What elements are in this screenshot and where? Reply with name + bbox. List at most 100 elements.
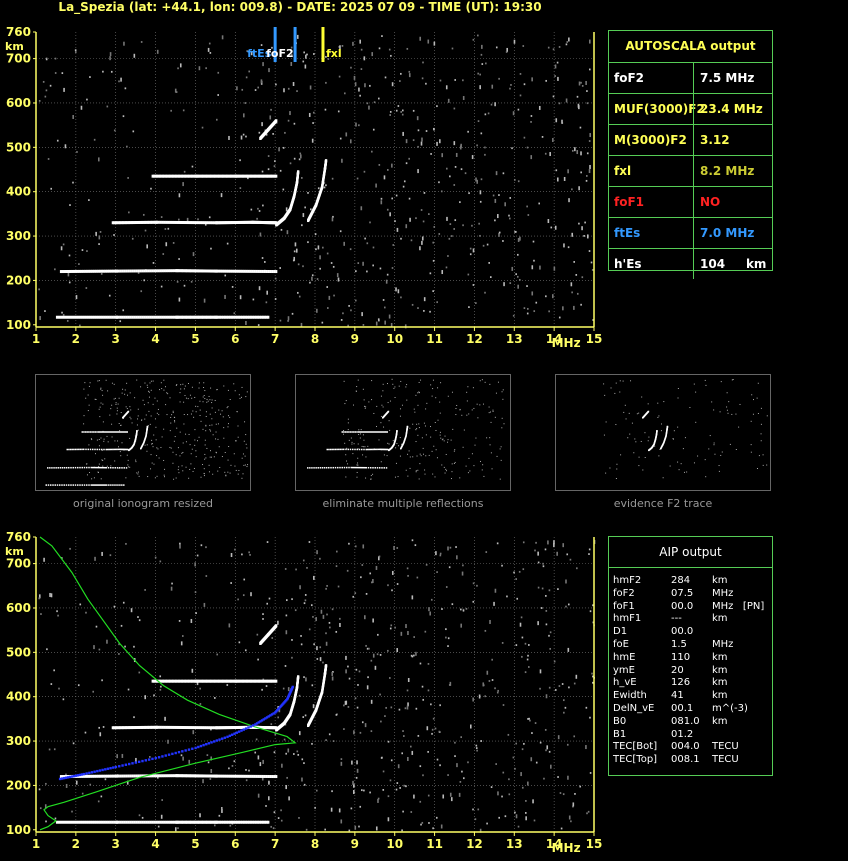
noise-dot (280, 819, 283, 822)
noise-dot (354, 545, 357, 548)
noise-dot (466, 400, 468, 402)
noise-dot (192, 730, 195, 735)
trace-point (307, 467, 309, 469)
trace-point (99, 466, 101, 469)
noise-dot (444, 435, 446, 437)
autoscala-label: ftEs (614, 226, 641, 240)
noise-dot (489, 276, 492, 279)
noise-dot (402, 131, 404, 136)
noise-dot (352, 453, 354, 455)
trace-point (157, 820, 160, 824)
noise-dot (527, 654, 529, 657)
noise-dot (567, 169, 569, 174)
noise-dot (174, 827, 177, 832)
aip-row: foF2 07.5 MHz (609, 588, 772, 601)
noise-dot (262, 759, 264, 764)
aip-key: hmE (613, 651, 636, 663)
noise-dot (177, 447, 179, 449)
noise-dot (368, 647, 370, 650)
trace-point (117, 448, 120, 451)
noise-dot (447, 395, 449, 397)
noise-dot (515, 273, 517, 276)
noise-dot (395, 287, 397, 292)
trace-point (101, 820, 104, 824)
noise-dot (487, 112, 490, 115)
noise-dot (128, 211, 130, 214)
noise-dot (540, 607, 543, 609)
trace-point (247, 774, 250, 778)
noise-dot (325, 739, 327, 742)
noise-dot (331, 608, 334, 611)
trace-point (368, 431, 370, 433)
noise-dot (449, 681, 452, 686)
noise-dot (111, 423, 113, 425)
noise-dot (303, 676, 305, 679)
noise-dot (441, 608, 443, 610)
trace-point (379, 431, 381, 433)
noise-dot (539, 265, 541, 270)
noise-dot (195, 450, 197, 452)
y-tick-label: 200 (6, 778, 31, 792)
noise-dot (562, 793, 565, 796)
trace-point (71, 820, 75, 824)
noise-dot (530, 757, 533, 762)
trace-point (370, 448, 373, 451)
noise-dot (216, 118, 218, 121)
noise-dot (170, 109, 172, 112)
noise-dot (502, 704, 505, 706)
trace-point (217, 269, 220, 273)
noise-dot (224, 294, 226, 299)
noise-dot (205, 425, 207, 427)
aip-unit: km (712, 715, 728, 727)
noise-dot (424, 630, 427, 633)
noise-dot (372, 128, 375, 131)
noise-dot (204, 458, 206, 460)
noise-dot (204, 444, 206, 446)
noise-dot (160, 446, 162, 448)
noise-dot (446, 167, 448, 170)
trace-point (275, 775, 278, 779)
profile-point (291, 685, 294, 689)
trace-point (273, 270, 276, 274)
noise-dot (360, 576, 362, 579)
noise-dot (343, 430, 345, 432)
noise-dot (415, 394, 417, 396)
noise-dot (502, 389, 504, 391)
noise-dot (151, 439, 153, 441)
noise-dot (388, 314, 391, 319)
noise-dot (419, 246, 421, 251)
noise-dot (504, 815, 507, 818)
profile-point (161, 755, 164, 758)
noise-dot (148, 410, 150, 412)
noise-dot (619, 380, 621, 382)
noise-dot (113, 129, 116, 132)
noise-dot (520, 616, 523, 619)
noise-dot (154, 556, 157, 559)
noise-dot (647, 440, 649, 442)
noise-dot (445, 586, 448, 588)
noise-dot (165, 404, 167, 406)
noise-dot (462, 96, 465, 101)
noise-dot (108, 294, 111, 297)
noise-dot (415, 441, 417, 443)
trace-point (92, 448, 94, 451)
trace-point (187, 726, 190, 730)
noise-dot (280, 809, 282, 812)
trace-point (167, 269, 170, 273)
noise-dot (469, 470, 471, 472)
noise-dot (144, 444, 146, 446)
noise-dot (89, 382, 91, 384)
noise-dot (169, 430, 171, 432)
noise-dot (189, 468, 191, 470)
noise-dot (326, 613, 328, 616)
trace-point (149, 315, 152, 319)
noise-dot (203, 394, 205, 396)
trace-point (133, 774, 136, 778)
noise-dot (359, 94, 361, 97)
trace-point (173, 820, 176, 824)
trace-point (112, 467, 114, 469)
trace-point (356, 431, 358, 433)
noise-dot (387, 402, 389, 404)
noise-dot (141, 816, 144, 819)
trace-point (91, 315, 94, 319)
